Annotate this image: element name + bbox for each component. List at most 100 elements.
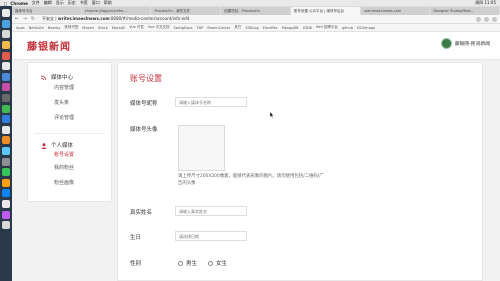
browser-tab[interactable]: chrome://bgsync/refre... [81,7,151,15]
page-title: 账号设置 [130,74,162,83]
real-name-label: 真实姓名 [130,210,153,216]
sidebar-item-publish[interactable]: 发头条 [54,96,111,111]
apple-icon[interactable]:  [4,1,6,6]
gender-label: 性别 [130,261,142,267]
app-icon[interactable] [2,72,10,81]
app-icon[interactable] [2,168,10,177]
mouse-cursor-icon [270,112,274,118]
user-menu[interactable]: 藤银网-民间新闻 [440,38,490,49]
app-icon[interactable] [2,125,10,134]
dock [0,6,12,281]
app-icon[interactable] [2,94,10,103]
bookmark[interactable]: Bell 招聘平台 [316,25,338,30]
browser-tab[interactable]: 创建项目 - ProcessOn [221,7,290,15]
finder-icon[interactable] [2,9,10,18]
sidebar-divider [34,133,105,134]
radio-circle[interactable] [178,260,183,266]
browser-tab[interactable]: ProcessOn - 我的文件 [151,7,221,15]
app-icon[interactable] [2,115,10,124]
back-icon[interactable]: ← [14,16,20,22]
nickname-label: 媒体号昵称 [130,101,158,107]
sidebar-item-fan-profile[interactable]: 粉丝画像 [54,176,111,191]
sidebar: 媒体中心 内容管理 发头条 评论管理 个人媒体 账号设置 我的粉丝 粉丝画像 [27,62,112,202]
app-icon[interactable] [2,199,10,208]
rss-icon [40,75,47,80]
star-icon[interactable] [476,16,481,22]
bookmark[interactable]: Nearby [48,26,61,30]
bookmark[interactable]: github [342,26,353,30]
radio-circle[interactable] [208,260,213,266]
app-icon[interactable] [2,41,10,50]
extension-icon[interactable] [484,16,489,22]
bookmark[interactable]: SwingDocs [174,26,193,30]
site-header: 藤银新闻 藤银网-民间新闻 [12,32,500,60]
nickname-input[interactable] [175,97,247,107]
sidebar-item-content[interactable]: 内容管理 [54,81,111,96]
sidebar-group-media-center: 媒体中心 [40,73,111,81]
sidebar-group-title: 个人媒体 [51,143,74,149]
app-icon[interactable] [2,147,10,156]
bookmark[interactable]: BeannCenter [207,26,230,30]
app-icon[interactable] [2,104,10,113]
browser-tab[interactable]: user.imaeclnews.com [360,7,430,15]
bookmark[interactable]: FDP [197,26,204,30]
gender-radio-female[interactable]: 女生 [208,259,227,267]
site-logo[interactable]: 藤银新闻 [27,38,71,53]
app-icon[interactable] [2,51,10,60]
main-panel: 账号设置 媒体号昵称 媒体号头像 请上传尺寸200X200像素，能够代表形象的图… [117,62,483,281]
gender-radio-male[interactable]: 男生 [178,259,197,267]
trash-icon[interactable] [2,221,10,230]
user-name[interactable]: 藤银网-民间新闻 [455,40,490,47]
app-icon[interactable] [2,136,10,145]
person-icon [41,142,47,149]
real-name-input[interactable] [175,206,247,216]
bookmark[interactable]: Stack [98,26,108,30]
avatar[interactable] [440,38,452,49]
bookmark[interactable]: Vue 中文文档 [148,25,170,30]
app-icon[interactable] [2,83,10,92]
bookmark[interactable]: NetSuite [29,26,44,30]
bookmark[interactable]: Apps [16,26,25,30]
bookmark[interactable]: X3DK [303,26,313,30]
app-icon[interactable] [2,19,10,28]
sidebar-group-personal: 个人媒体 [41,141,111,149]
avatar-hint: 请上传尺寸200X200像素，能够代表形象的图片。请勿使用包括/二维码/广告的头… [178,174,324,186]
reload-icon[interactable]: ↻ [30,16,36,22]
url-path: :8080/#/media-center/account/info-edit [109,16,190,21]
sidebar-item-my-fans[interactable]: 我的粉丝 [54,161,111,176]
bookmark[interactable]: MongoDB [282,26,299,30]
url-security: 不安全 | [42,16,57,21]
browser-tab-active[interactable]: 账号设置-公众平台 | 媒体号后台 [290,7,360,15]
gender-option-label: 女生 [216,261,228,267]
screen:  Chrome 文件 编辑 显示 历史 书签 窗口 帮助 周四 11:05 媒… [0,0,500,281]
app-icon[interactable] [2,157,10,166]
bookmark[interactable]: ElectRec [263,26,278,30]
app-icon[interactable] [2,178,10,187]
app-icon[interactable] [2,30,10,39]
bookmark[interactable]: Maven [82,26,94,30]
bookmark[interactable]: 其他书签 [64,25,78,30]
bookmark[interactable]: 其它 [234,25,241,30]
menubar-app-name[interactable]: Chrome [10,1,27,6]
profile-icon[interactable] [492,16,497,22]
address-bar: ← → ↻ 不安全 | writer.imaeclnews.com:8080/#… [12,15,500,24]
avatar-upload[interactable] [178,125,225,171]
sidebar-item-account-settings[interactable]: 账号设置 [54,149,111,161]
app-icon[interactable] [2,210,10,219]
bookmark[interactable]: MockAll [112,26,125,30]
avatar-label: 媒体号头像 [130,127,158,133]
birthday-label: 生日 [130,235,142,241]
url-field[interactable]: 不安全 | writer.imaeclnews.com:8080/#/media… [42,16,476,22]
app-icon[interactable] [2,189,10,198]
sidebar-item-comments[interactable]: 评论管理 [54,111,111,126]
browser-tabbar: 媒体号平台 chrome://bgsync/refre... ProcessOn… [12,6,500,15]
browser-tab[interactable]: Designer Studio/Main... [430,7,500,15]
bookmark[interactable]: ESGlmage [357,26,375,30]
forward-icon[interactable]: → [22,16,28,22]
birthday-picker[interactable] [175,231,247,241]
browser-tab[interactable]: 媒体号平台 [12,7,81,15]
url-host: writer.imaeclnews.com [57,16,110,21]
bookmark[interactable]: SSDLog [245,26,258,30]
app-icon[interactable] [2,62,10,71]
bookmark[interactable]: Vue 开发 [129,25,144,30]
